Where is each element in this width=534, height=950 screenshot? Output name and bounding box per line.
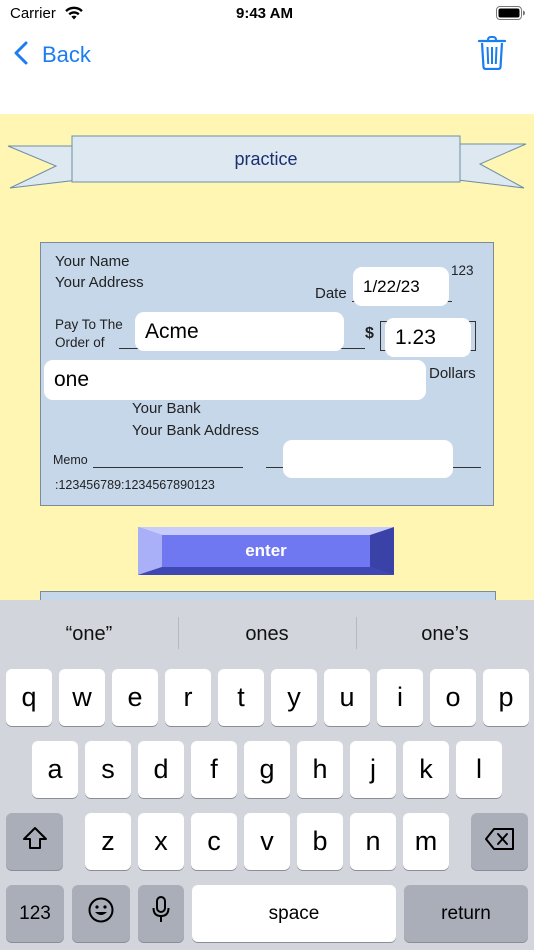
carrier-label: Carrier <box>10 5 56 22</box>
key-a[interactable]: a <box>32 741 78 798</box>
time-label: 9:43 AM <box>236 5 293 22</box>
date-field[interactable]: 1/22/23 <box>353 267 449 306</box>
key-r[interactable]: r <box>165 669 211 726</box>
emoji-key[interactable] <box>72 885 130 942</box>
navigation-bar: Back <box>0 28 534 114</box>
wifi-icon <box>64 5 84 26</box>
check-number: 123 <box>451 263 474 278</box>
status-bar: Carrier 9:43 AM <box>0 0 534 28</box>
bank-address: Your Bank Address <box>132 422 260 439</box>
battery-icon <box>496 6 526 25</box>
enter-label: enter <box>245 541 287 560</box>
payer-address: Your Address <box>55 274 144 291</box>
shift-icon <box>22 826 48 857</box>
backspace-icon <box>484 826 515 857</box>
key-k[interactable]: k <box>403 741 449 798</box>
memo-label: Memo <box>53 453 88 467</box>
date-label: Date <box>315 285 347 302</box>
suggestion-3[interactable]: one’s <box>356 606 534 662</box>
dollar-sign: $ <box>365 325 374 342</box>
banner-title: practice <box>234 148 298 169</box>
check-form: Your Name Your Address 123 Date 1/22/23 … <box>40 242 494 506</box>
amount-field[interactable]: 1.23 <box>385 318 471 357</box>
microphone-icon <box>152 896 170 931</box>
back-label: Back <box>42 42 91 67</box>
chevron-left-icon <box>14 41 34 70</box>
key-t[interactable]: t <box>218 669 264 726</box>
payer-name: Your Name <box>55 253 130 270</box>
written-amount-field[interactable]: one <box>44 360 426 400</box>
key-b[interactable]: b <box>297 813 343 870</box>
key-u[interactable]: u <box>324 669 370 726</box>
key-m[interactable]: m <box>403 813 449 870</box>
key-s[interactable]: s <box>85 741 131 798</box>
key-p[interactable]: p <box>483 669 529 726</box>
key-i[interactable]: i <box>377 669 423 726</box>
dictation-key[interactable] <box>138 885 184 942</box>
key-q[interactable]: q <box>6 669 52 726</box>
key-h[interactable]: h <box>297 741 343 798</box>
key-x[interactable]: x <box>138 813 184 870</box>
key-l[interactable]: l <box>456 741 502 798</box>
key-z[interactable]: z <box>85 813 131 870</box>
payee-field[interactable]: Acme <box>135 312 344 351</box>
numbers-key[interactable]: 123 <box>6 885 64 942</box>
trash-button[interactable] <box>477 36 507 71</box>
key-y[interactable]: y <box>271 669 317 726</box>
practice-banner: practice <box>6 134 528 192</box>
key-f[interactable]: f <box>191 741 237 798</box>
key-w[interactable]: w <box>59 669 105 726</box>
shift-key[interactable] <box>6 813 63 870</box>
key-n[interactable]: n <box>350 813 396 870</box>
key-j[interactable]: j <box>350 741 396 798</box>
space-key[interactable]: space <box>192 885 396 942</box>
key-g[interactable]: g <box>244 741 290 798</box>
key-o[interactable]: o <box>430 669 476 726</box>
memo-line[interactable] <box>93 467 243 468</box>
delete-key[interactable] <box>471 813 528 870</box>
bank-name: Your Bank <box>132 400 201 417</box>
trash-icon <box>477 36 507 74</box>
suggestion-2[interactable]: ones <box>178 606 356 662</box>
dollars-label: Dollars <box>429 365 476 382</box>
suggestion-1[interactable]: “one” <box>0 606 178 662</box>
pay-to-label-1: Pay To The <box>55 317 123 332</box>
key-v[interactable]: v <box>244 813 290 870</box>
enter-button[interactable]: enter <box>138 527 394 575</box>
signature-field[interactable] <box>283 440 453 478</box>
key-c[interactable]: c <box>191 813 237 870</box>
pay-to-label-2: Order of <box>55 335 105 350</box>
emoji-icon <box>88 897 114 930</box>
routing-number: :123456789:1234567890123 <box>55 478 215 492</box>
key-d[interactable]: d <box>138 741 184 798</box>
back-button[interactable]: Back <box>14 38 91 72</box>
key-e[interactable]: e <box>112 669 158 726</box>
return-key[interactable]: return <box>404 885 528 942</box>
